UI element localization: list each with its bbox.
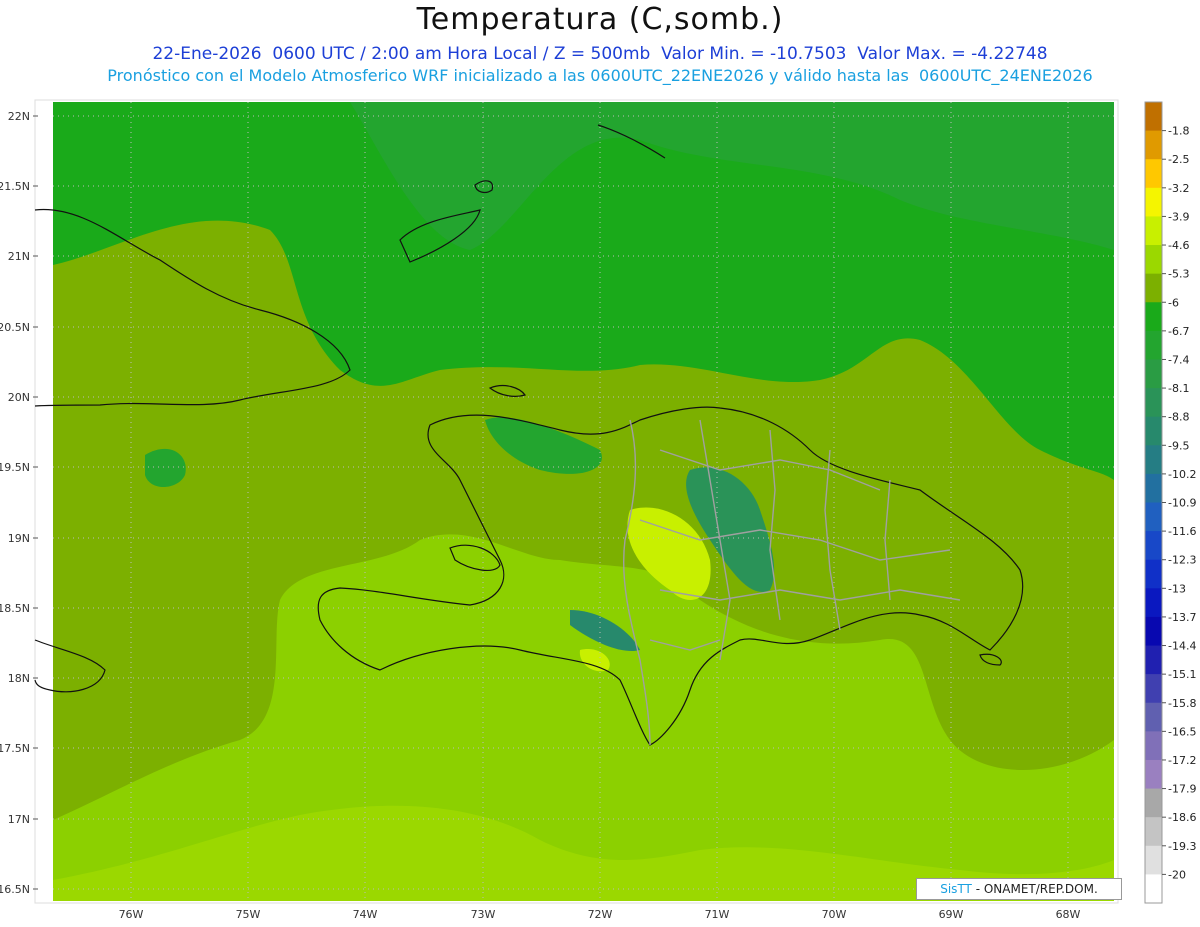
colorbar-swatch: [1145, 130, 1162, 160]
colorbar: -1.8 -2.5 -3.2 -3.9 -4.6 -5.3 -6 -6.7 -7.4 -8.1 -8…: [1144, 101, 1196, 904]
colorbar-swatch: [1145, 502, 1162, 532]
colorbar-label: -3.2: [1168, 182, 1189, 195]
colorbar-swatch: [1145, 416, 1162, 446]
colorbar-label: -16.5: [1168, 725, 1196, 738]
lon-label: 68W: [1056, 908, 1081, 921]
colorbar-swatch: [1145, 559, 1162, 589]
colorbar-label: -14.4: [1168, 640, 1196, 653]
colorbar-label: -10.2: [1168, 468, 1196, 481]
colorbar-swatch: [1145, 702, 1162, 732]
colorbar-label: -8.1: [1168, 382, 1189, 395]
colorbar-label: -7.4: [1168, 353, 1189, 366]
colorbar-swatch: [1145, 531, 1162, 561]
colorbar-label: -17.9: [1168, 783, 1196, 796]
lat-label: 21.5N: [0, 180, 30, 193]
colorbar-label: -12.3: [1168, 554, 1196, 567]
colorbar-swatch: [1145, 273, 1162, 303]
lat-label: 19N: [8, 532, 30, 545]
colorbar-swatch: [1145, 874, 1162, 904]
lon-label: 73W: [471, 908, 496, 921]
lon-label: 76W: [119, 908, 144, 921]
lon-label: 72W: [588, 908, 613, 921]
colorbar-label: -13: [1168, 582, 1186, 595]
colorbar-label: -8.8: [1168, 411, 1189, 424]
shaded-field: [53, 102, 1114, 901]
credit-text: - ONAMET/REP.DOM.: [975, 882, 1098, 896]
colorbar-swatch: [1145, 645, 1162, 675]
colorbar-swatch: [1145, 788, 1162, 818]
colorbar-label: -19.3: [1168, 840, 1196, 853]
lat-label: 18.5N: [0, 602, 30, 615]
colorbar-label: -10.9: [1168, 497, 1196, 510]
colorbar-swatch: [1145, 731, 1162, 761]
sistt-logo: SisTT: [940, 882, 972, 896]
colorbar-label: -2.5: [1168, 153, 1189, 166]
lon-label: 75W: [236, 908, 261, 921]
colorbar-swatch: [1145, 302, 1162, 332]
colorbar-swatch: [1145, 616, 1162, 647]
colorbar-label: -3.9: [1168, 210, 1189, 223]
lon-label: 69W: [939, 908, 964, 921]
colorbar-swatch: [1145, 102, 1162, 132]
colorbar-label: -5.3: [1168, 268, 1189, 281]
colorbar-swatch: [1145, 388, 1162, 418]
colorbar-label: -20: [1168, 868, 1186, 881]
lon-label: 74W: [353, 908, 378, 921]
lon-label: 70W: [822, 908, 847, 921]
colorbar-swatch: [1145, 473, 1162, 503]
colorbar-swatch: [1145, 674, 1162, 704]
colorbar-label: -1.8: [1168, 125, 1189, 138]
colorbar-swatch: [1145, 817, 1162, 847]
lat-label: 18N: [8, 672, 30, 685]
colorbar-swatch: [1145, 845, 1162, 875]
colorbar-label: -11.6: [1168, 525, 1196, 538]
colorbar-swatch: [1145, 216, 1162, 246]
colorbar-label: -18.6: [1168, 811, 1196, 824]
lat-label: 20N: [8, 391, 30, 404]
colorbar-swatch: [1145, 159, 1162, 189]
colorbar-label: -4.6: [1168, 239, 1189, 252]
lat-label: 19.5N: [0, 461, 30, 474]
colorbar-swatch: [1145, 187, 1162, 217]
field-cold-offshore: [145, 448, 186, 488]
colorbar-label: -13.7: [1168, 611, 1196, 624]
colorbar-label: -17.2: [1168, 754, 1196, 767]
colorbar-label: -6: [1168, 296, 1179, 309]
colorbar-swatch: [1145, 759, 1162, 790]
lon-label: 71W: [705, 908, 730, 921]
lat-label: 16.5N: [0, 883, 30, 896]
colorbar-label: -6.7: [1168, 325, 1189, 338]
colorbar-swatch: [1145, 588, 1162, 618]
colorbar-label: -15.8: [1168, 697, 1196, 710]
credit-box: SisTT - ONAMET/REP.DOM.: [916, 878, 1122, 900]
lat-label: 17.5N: [0, 742, 30, 755]
colorbar-swatch: [1145, 330, 1162, 360]
lat-label: 22N: [8, 110, 30, 123]
temperature-map: 22N 21.5N 21N 20.5N 20N 19.5N 19N 18.5N …: [0, 99, 1196, 921]
colorbar-swatch: [1145, 445, 1162, 475]
colorbar-label: -9.5: [1168, 439, 1189, 452]
lat-label: 20.5N: [0, 321, 30, 334]
lat-label: 21N: [8, 250, 30, 263]
lat-label: 17N: [8, 813, 30, 826]
colorbar-swatch: [1145, 245, 1162, 275]
colorbar-label: -15.1: [1168, 668, 1196, 681]
colorbar-swatch: [1145, 359, 1162, 389]
